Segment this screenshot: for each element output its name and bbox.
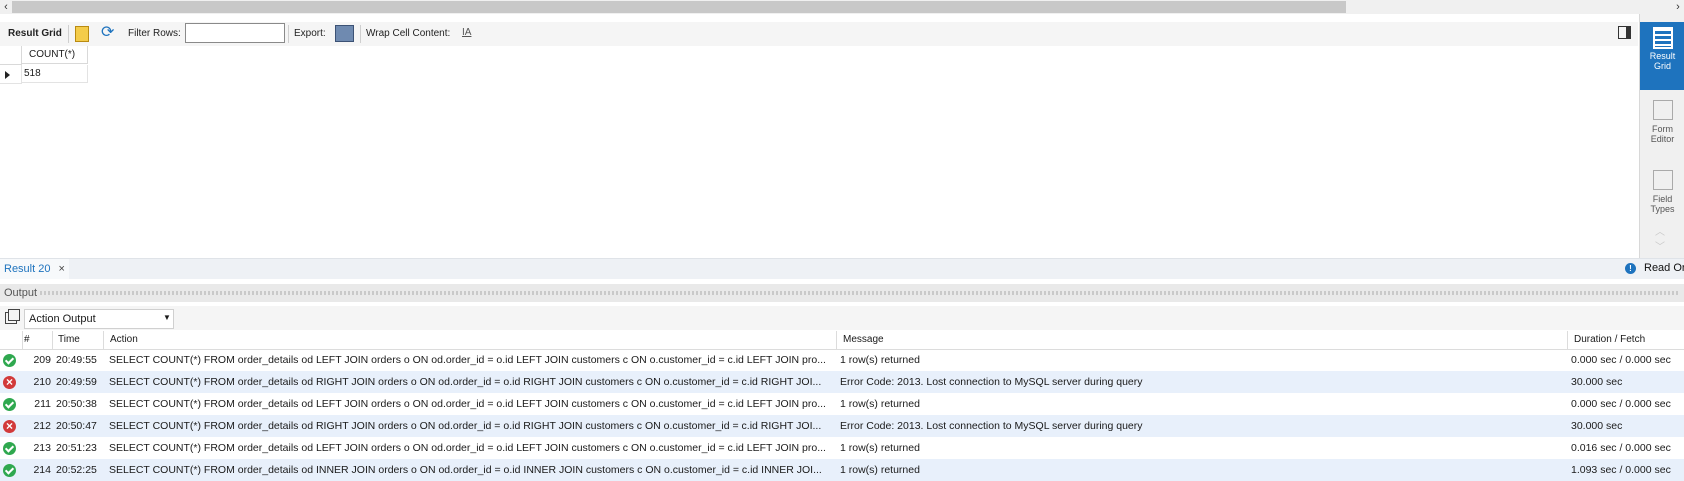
side-panel: Result Grid Form Editor Field Types ︿ ﹀ — [1639, 14, 1684, 258]
tab-result-20[interactable]: Result 20 × — [0, 259, 69, 279]
output-type-select[interactable]: Action Output ▼ — [24, 309, 174, 329]
row-time: 20:49:55 — [56, 354, 97, 366]
status-column-header — [0, 331, 23, 349]
success-icon — [3, 464, 16, 477]
row-action: SELECT COUNT(*) FROM order_details od LE… — [109, 354, 826, 366]
row-number: 214 — [33, 464, 51, 476]
output-table: # Time Action Message Duration / Fetch 2… — [0, 331, 1684, 481]
row-message: Error Code: 2013. Lost connection to MyS… — [840, 376, 1143, 388]
grid-cell[interactable]: 518 — [22, 65, 88, 83]
export-label: Export: — [294, 28, 326, 39]
row-time: 20:50:38 — [56, 398, 97, 410]
grid-layout-icon[interactable] — [75, 26, 89, 42]
row-number: 211 — [34, 398, 51, 410]
form-editor-label: Form Editor — [1650, 124, 1675, 144]
row-action: SELECT COUNT(*) FROM order_details od LE… — [109, 442, 826, 454]
column-header-action[interactable]: Action — [105, 331, 837, 349]
result-toolbar: Result Grid ⟳ Filter Rows: Export: Wrap … — [0, 22, 1638, 46]
column-header-time[interactable]: Time — [54, 331, 104, 349]
filter-rows-input[interactable] — [185, 23, 285, 43]
read-only-label: Read Or — [1644, 262, 1684, 274]
row-time: 20:51:23 — [56, 442, 97, 454]
output-title: Output — [4, 287, 38, 299]
result-tab-bar: Result 20 × ! Read Or — [0, 258, 1684, 279]
info-icon: ! — [1625, 263, 1636, 274]
result-grid-icon — [1652, 27, 1673, 49]
horizontal-scrollbar[interactable]: ‹ › — [0, 0, 1684, 14]
close-icon[interactable]: × — [59, 263, 65, 275]
row-message: 1 row(s) returned — [840, 464, 920, 476]
output-row[interactable]: 214 20:52:25 SELECT COUNT(*) FROM order_… — [0, 459, 1684, 481]
success-icon — [3, 398, 16, 411]
error-icon — [3, 371, 16, 393]
copy-icon-back — [8, 309, 20, 321]
row-number: 210 — [33, 376, 51, 388]
row-pointer-icon — [5, 71, 10, 79]
refresh-icon[interactable]: ⟳ — [101, 24, 114, 42]
column-header-count[interactable]: COUNT(*) — [22, 46, 88, 64]
error-icon — [3, 415, 16, 437]
output-row[interactable]: 211 20:50:38 SELECT COUNT(*) FROM order_… — [0, 393, 1684, 415]
row-message: 1 row(s) returned — [840, 398, 920, 410]
field-types-label: Field Types — [1650, 194, 1675, 214]
tab-label: Result 20 — [4, 263, 51, 275]
column-header-duration[interactable]: Duration / Fetch — [1569, 331, 1684, 349]
row-action: SELECT COUNT(*) FROM order_details od IN… — [109, 464, 822, 476]
row-message: Error Code: 2013. Lost connection to MyS… — [840, 420, 1143, 432]
row-number: 209 — [33, 354, 51, 366]
export-icon[interactable] — [335, 25, 354, 42]
row-selector[interactable] — [0, 65, 22, 84]
toolbar-divider — [68, 25, 69, 43]
row-duration: 1.093 sec / 0.000 sec — [1571, 464, 1671, 476]
output-type-value: Action Output — [29, 313, 96, 325]
row-number: 213 — [33, 442, 51, 454]
row-duration: 0.000 sec / 0.000 sec — [1571, 398, 1671, 410]
row-time: 20:49:59 — [56, 376, 97, 388]
success-icon — [3, 354, 16, 367]
result-grid: COUNT(*) 518 — [0, 46, 1638, 258]
scroll-right-icon[interactable]: › — [1672, 0, 1684, 14]
row-number: 212 — [33, 420, 51, 432]
chevron-down-icon: ▼ — [163, 313, 171, 322]
row-time: 20:50:47 — [56, 420, 97, 432]
column-header-message[interactable]: Message — [838, 331, 1568, 349]
column-header-number[interactable]: # — [23, 331, 53, 349]
output-row[interactable]: 210 20:49:59 SELECT COUNT(*) FROM order_… — [0, 371, 1684, 393]
scrollbar-thumb[interactable] — [12, 1, 1346, 13]
field-types-icon — [1652, 170, 1673, 190]
chevron-up-icon[interactable]: ︿ — [1655, 223, 1665, 238]
row-message: 1 row(s) returned — [840, 354, 920, 366]
form-editor-button[interactable]: Form Editor — [1640, 94, 1684, 162]
result-grid-label: Result Grid — [8, 28, 62, 39]
row-time: 20:52:25 — [56, 464, 97, 476]
result-grid-view-label: Result Grid — [1649, 51, 1676, 71]
row-duration: 30.000 sec — [1571, 420, 1623, 432]
row-action: SELECT COUNT(*) FROM order_details od LE… — [109, 398, 826, 410]
panel-drag-handle[interactable] — [40, 291, 1680, 295]
row-duration: 30.000 sec — [1571, 376, 1623, 388]
toggle-panel-icon[interactable] — [1618, 26, 1631, 39]
wrap-cell-content-label: Wrap Cell Content: — [366, 28, 451, 39]
form-editor-icon — [1652, 100, 1673, 120]
output-row[interactable]: 212 20:50:47 SELECT COUNT(*) FROM order_… — [0, 415, 1684, 437]
row-header-corner — [0, 46, 22, 65]
toolbar-divider — [360, 25, 361, 43]
filter-rows-label: Filter Rows: — [128, 28, 181, 39]
row-duration: 0.000 sec / 0.000 sec — [1571, 354, 1671, 366]
row-action: SELECT COUNT(*) FROM order_details od RI… — [109, 420, 822, 432]
scroll-left-icon[interactable]: ‹ — [0, 0, 12, 14]
output-table-header: # Time Action Message Duration / Fetch — [0, 331, 1684, 350]
output-row[interactable]: 209 20:49:55 SELECT COUNT(*) FROM order_… — [0, 349, 1684, 371]
wrap-text-icon[interactable]: IA — [462, 27, 471, 38]
success-icon — [3, 442, 16, 455]
row-message: 1 row(s) returned — [840, 442, 920, 454]
chevron-down-icon[interactable]: ﹀ — [1655, 238, 1665, 253]
output-row[interactable]: 213 20:51:23 SELECT COUNT(*) FROM order_… — [0, 437, 1684, 459]
result-grid-view-button[interactable]: Result Grid — [1640, 22, 1684, 90]
row-action: SELECT COUNT(*) FROM order_details od RI… — [109, 376, 822, 388]
output-controls: Action Output ▼ — [0, 306, 1684, 330]
output-panel-header: Output — [0, 284, 1684, 302]
row-duration: 0.016 sec / 0.000 sec — [1571, 442, 1671, 454]
toolbar-divider — [288, 25, 289, 43]
